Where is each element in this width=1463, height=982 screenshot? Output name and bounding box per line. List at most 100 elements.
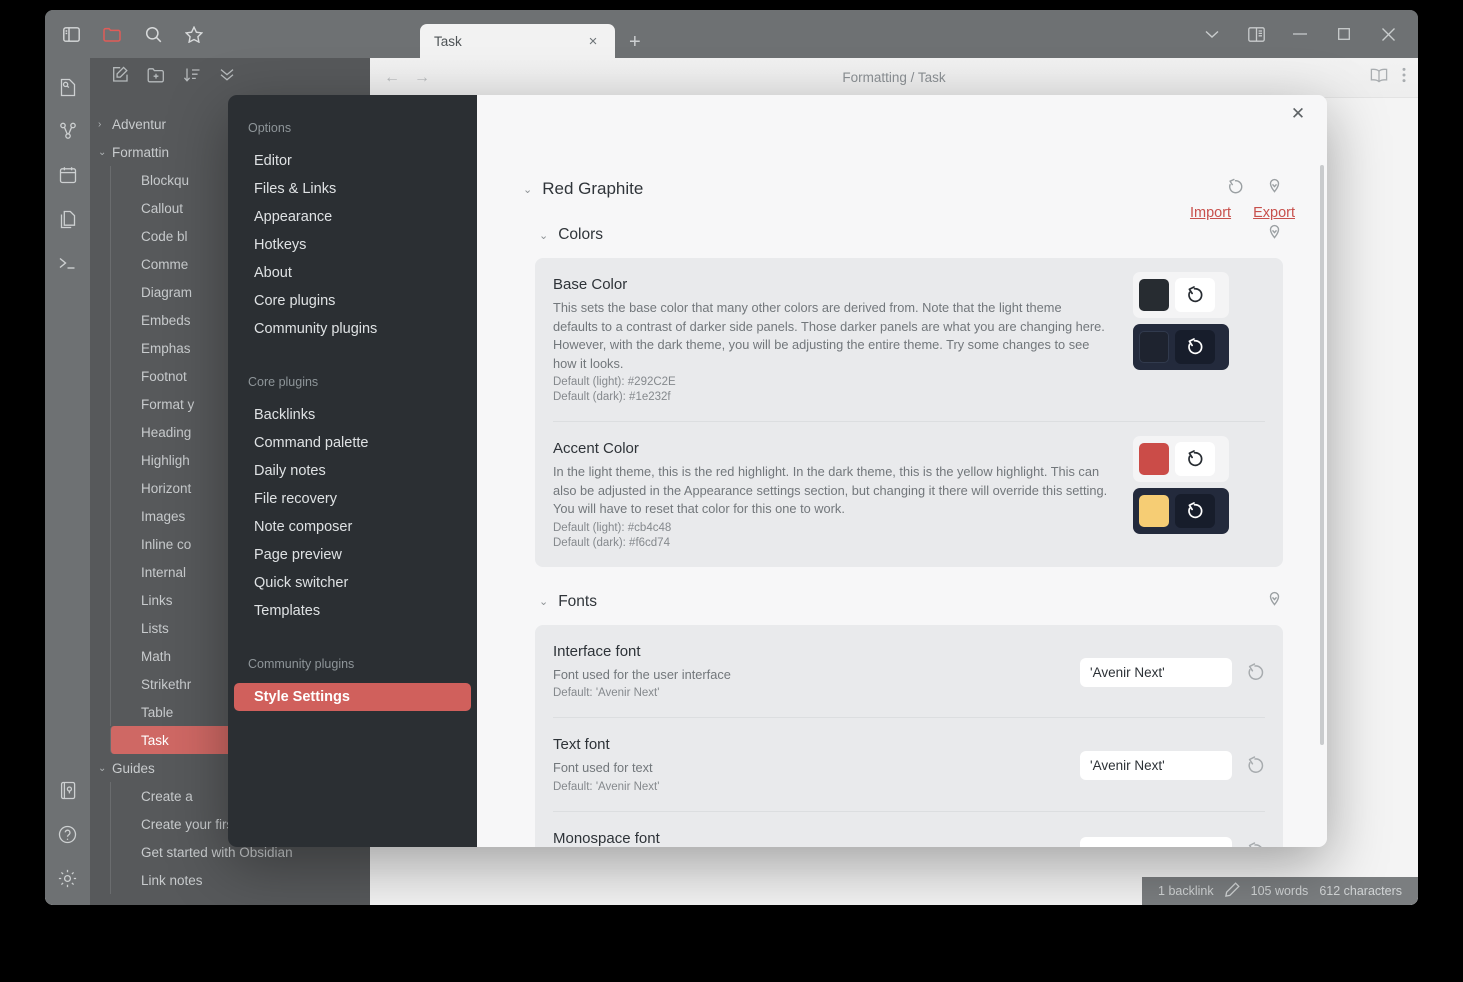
nav-item-about[interactable]: About bbox=[234, 259, 471, 287]
nav-community-plugins-list: Style Settings bbox=[228, 683, 477, 711]
left-icon-rail bbox=[45, 58, 90, 905]
font-reset-icon[interactable] bbox=[1246, 756, 1265, 775]
edit-pencil-icon[interactable] bbox=[1224, 882, 1240, 900]
setting-description: This sets the base color that many other… bbox=[553, 300, 1105, 371]
chevron-down-icon[interactable]: ⌄ bbox=[539, 229, 548, 242]
chevron-icon[interactable]: ⌄ bbox=[98, 763, 112, 774]
backlink-count[interactable]: 1 backlink bbox=[1158, 884, 1214, 898]
nav-item-style-settings[interactable]: Style Settings bbox=[234, 683, 471, 711]
light-reset-icon[interactable] bbox=[1175, 278, 1215, 312]
font-input[interactable] bbox=[1080, 751, 1232, 781]
nav-item-editor[interactable]: Editor bbox=[234, 147, 471, 175]
nav-group-options-label: Options bbox=[248, 121, 292, 135]
split-pane-icon[interactable] bbox=[1236, 17, 1276, 51]
export-section-icon[interactable] bbox=[1266, 224, 1283, 246]
graph-view-icon[interactable] bbox=[53, 116, 83, 146]
dark-color-swatch[interactable] bbox=[1139, 495, 1169, 528]
nav-item-daily-notes[interactable]: Daily notes bbox=[234, 457, 471, 485]
dark-reset-icon[interactable] bbox=[1175, 330, 1215, 364]
vault-icon[interactable] bbox=[53, 775, 83, 805]
setting-name: Interface font bbox=[553, 642, 641, 660]
modal-scrollbar[interactable] bbox=[1320, 165, 1324, 745]
nav-item-community-plugins[interactable]: Community plugins bbox=[234, 315, 471, 343]
chevron-down-icon[interactable]: ⌄ bbox=[523, 183, 532, 196]
nav-item-appearance[interactable]: Appearance bbox=[234, 203, 471, 231]
nav-item-command-palette[interactable]: Command palette bbox=[234, 429, 471, 457]
chevron-icon[interactable]: › bbox=[98, 119, 112, 130]
chevron-icon[interactable]: ⌄ bbox=[98, 147, 112, 158]
close-icon[interactable] bbox=[1368, 17, 1408, 51]
left-rail-bottom-group bbox=[45, 761, 90, 893]
maximize-icon[interactable] bbox=[1324, 17, 1364, 51]
font-reset-icon[interactable] bbox=[1246, 842, 1265, 847]
nav-item-file-recovery[interactable]: File recovery bbox=[234, 485, 471, 513]
explorer-file[interactable]: Link notes bbox=[110, 866, 370, 894]
word-count: 105 words bbox=[1250, 884, 1309, 898]
calendar-icon[interactable] bbox=[53, 160, 83, 190]
setting-info: Accent Color In the light theme, this is … bbox=[553, 440, 1133, 549]
font-setting-row: Monospace fontFont used for monospace te… bbox=[553, 810, 1265, 847]
nav-item-templates[interactable]: Templates bbox=[234, 597, 471, 625]
font-reset-icon[interactable] bbox=[1246, 662, 1265, 682]
colors-section-header[interactable]: ⌄ Colors bbox=[523, 224, 1283, 246]
explorer-item-label: Formattin bbox=[112, 144, 170, 160]
editor-header-actions bbox=[1370, 67, 1406, 88]
search-icon[interactable] bbox=[139, 20, 167, 48]
nav-item-hotkeys[interactable]: Hotkeys bbox=[234, 231, 471, 259]
chevron-down-icon[interactable] bbox=[1192, 17, 1232, 51]
gear-icon[interactable] bbox=[53, 863, 83, 893]
terminal-icon[interactable] bbox=[53, 248, 83, 278]
explorer-item-label: Format y bbox=[141, 396, 195, 412]
quick-switcher-icon[interactable] bbox=[53, 72, 83, 102]
new-folder-icon[interactable] bbox=[147, 67, 165, 88]
more-options-icon[interactable] bbox=[1402, 67, 1406, 88]
font-input[interactable] bbox=[1080, 657, 1232, 687]
font-setting-row: Interface font Font used for the user int… bbox=[553, 625, 1265, 718]
modal-close-icon[interactable]: ✕ bbox=[1285, 101, 1311, 127]
nav-item-quick-switcher[interactable]: Quick switcher bbox=[234, 569, 471, 597]
explorer-item-label: Emphas bbox=[141, 340, 191, 356]
new-note-icon[interactable] bbox=[112, 66, 129, 88]
nav-item-core-plugins[interactable]: Core plugins bbox=[234, 287, 471, 315]
font-input[interactable] bbox=[1080, 837, 1232, 847]
nav-item-backlinks[interactable]: Backlinks bbox=[234, 401, 471, 429]
setting-default-light: Default (light): #cb4c48 bbox=[553, 521, 672, 534]
explorer-item-label: Link notes bbox=[141, 872, 203, 888]
setting-default-light: Default (light): #292C2E bbox=[553, 376, 676, 389]
sort-icon[interactable] bbox=[183, 67, 201, 88]
chevron-down-icon[interactable]: ⌄ bbox=[539, 595, 548, 608]
folder-icon[interactable] bbox=[98, 20, 126, 48]
help-icon[interactable] bbox=[53, 819, 83, 849]
nav-item-files-links[interactable]: Files & Links bbox=[234, 175, 471, 203]
dark-reset-icon[interactable] bbox=[1175, 494, 1215, 529]
light-color-swatch[interactable] bbox=[1139, 279, 1169, 311]
tab-task[interactable]: Task × bbox=[420, 24, 615, 58]
minimize-icon[interactable] bbox=[1280, 17, 1320, 51]
color-setting-row: Accent Color In the light theme, this is … bbox=[553, 421, 1265, 567]
dark-color-swatch[interactable] bbox=[1139, 331, 1169, 363]
copy-files-icon[interactable] bbox=[53, 204, 83, 234]
theme-section-header[interactable]: ⌄ Red Graphite bbox=[523, 178, 1283, 200]
new-tab-icon[interactable]: + bbox=[629, 32, 641, 52]
tab-close-icon[interactable]: × bbox=[585, 34, 601, 49]
reset-icon[interactable] bbox=[1227, 178, 1244, 200]
explorer-item-label: Table bbox=[141, 704, 174, 720]
collapse-all-icon[interactable] bbox=[219, 68, 235, 87]
window-controls bbox=[1192, 10, 1408, 58]
explorer-item-label: Inline co bbox=[141, 536, 192, 552]
light-color-swatch[interactable] bbox=[1139, 443, 1169, 476]
nav-item-page-preview[interactable]: Page preview bbox=[234, 541, 471, 569]
export-section-icon[interactable] bbox=[1266, 591, 1283, 613]
explorer-item-label: Adventur bbox=[112, 116, 167, 132]
star-icon[interactable] bbox=[180, 20, 208, 48]
export-section-icon[interactable] bbox=[1266, 178, 1283, 200]
settings-content: ✕ Import Export ⌄ Red Graphite ⌄ Colors … bbox=[477, 95, 1327, 847]
light-theme-picker bbox=[1133, 436, 1229, 483]
nav-item-note-composer[interactable]: Note composer bbox=[234, 513, 471, 541]
reading-view-icon[interactable] bbox=[1370, 68, 1388, 88]
font-control-group bbox=[1080, 837, 1265, 847]
light-reset-icon[interactable] bbox=[1175, 442, 1215, 477]
sidebar-toggle-icon[interactable] bbox=[57, 20, 85, 48]
fonts-section-header[interactable]: ⌄ Fonts bbox=[523, 591, 1283, 613]
fonts-section-title: Fonts bbox=[558, 592, 597, 610]
